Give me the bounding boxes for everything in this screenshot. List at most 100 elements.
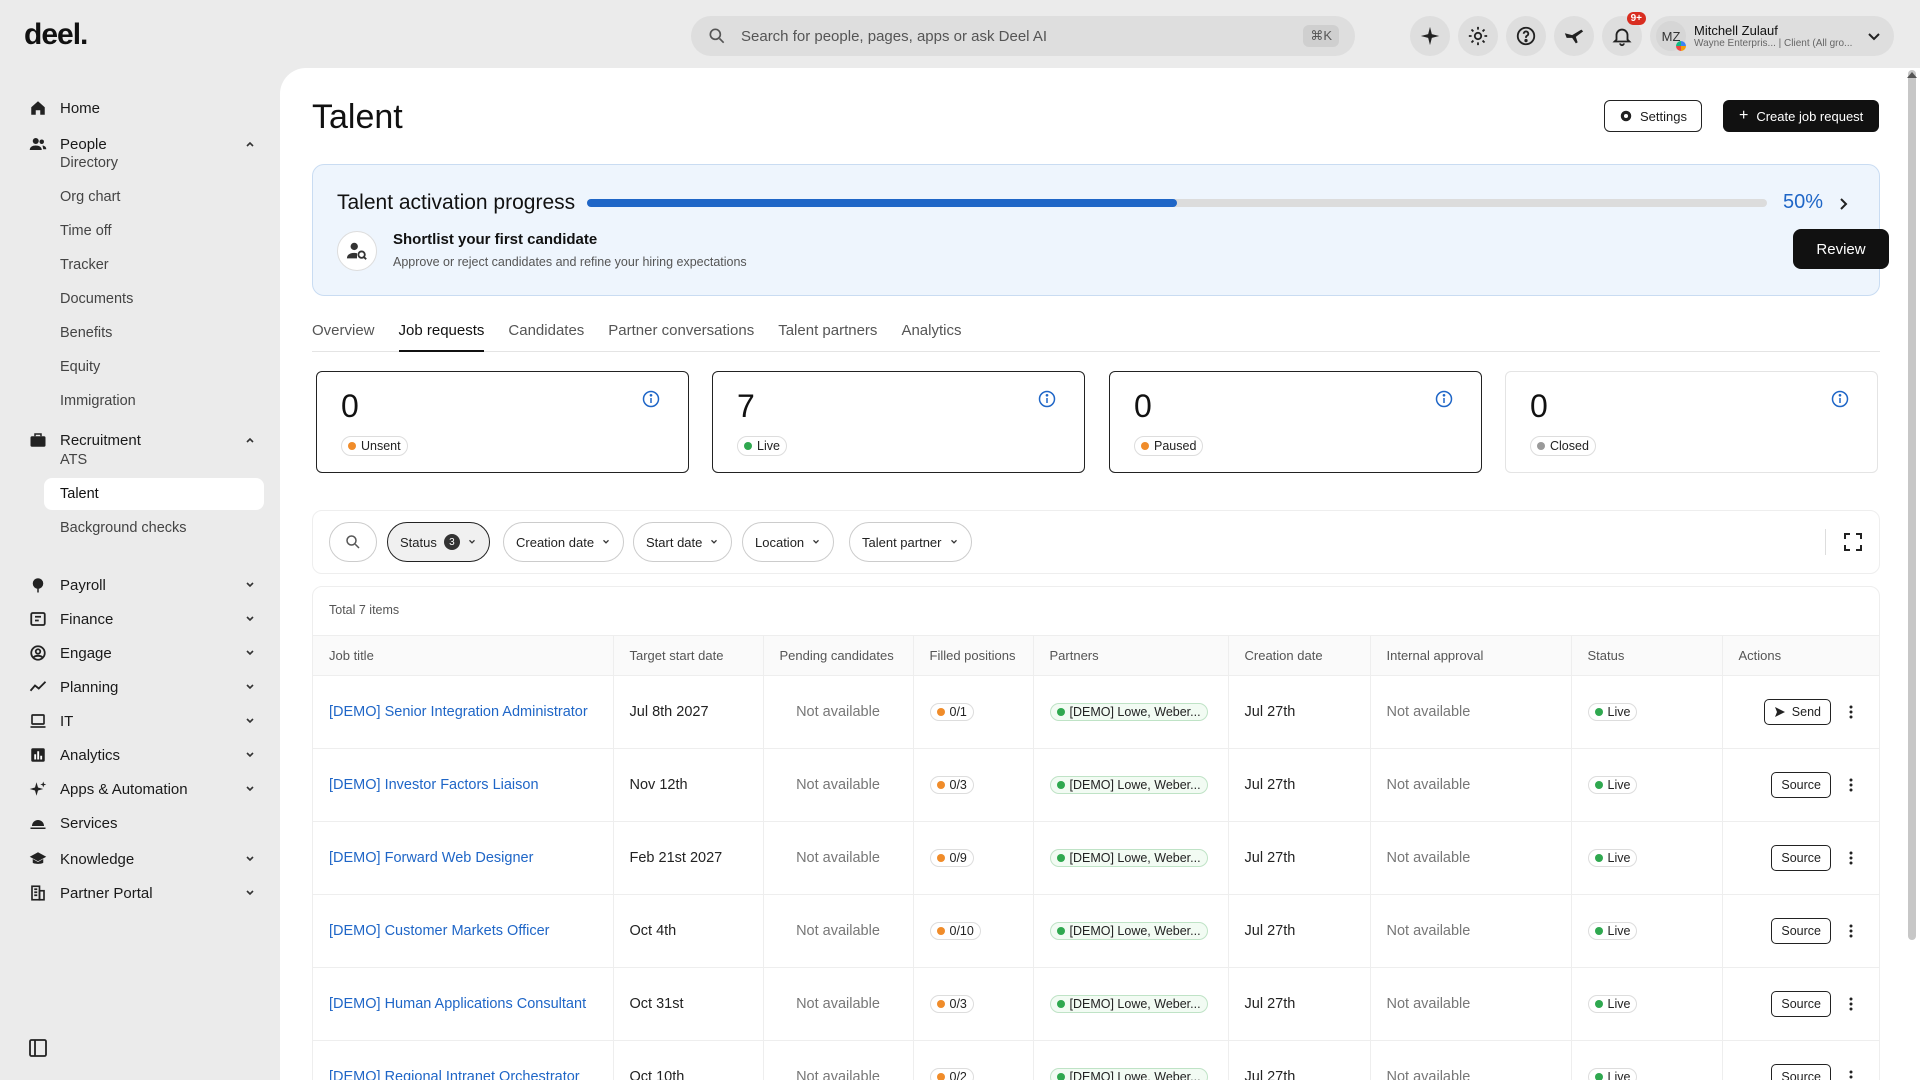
partner-badge[interactable]: [DEMO] Lowe, Weber... (1049, 849, 1208, 867)
sidebar-item-documents[interactable]: Documents (44, 283, 264, 315)
activation-step-description: Approve or reject candidates and refine … (393, 255, 747, 269)
settings-button[interactable]: Settings (1604, 100, 1702, 132)
stat-card-paused[interactable]: 0 Paused (1109, 371, 1482, 473)
search-input[interactable]: Search for people, pages, apps or ask De… (741, 28, 1303, 45)
user-menu[interactable]: MZ Mitchell Zulauf Wayne Enterpris... | … (1650, 16, 1894, 56)
partner-badge[interactable]: [DEMO] Lowe, Weber... (1049, 995, 1208, 1013)
job-title-link[interactable]: [DEMO] Investor Factors Liaison (313, 748, 614, 822)
stat-card-live[interactable]: 7 Live (712, 371, 1085, 473)
job-title-link[interactable]: [DEMO] Senior Integration Administrator (313, 675, 614, 749)
tab-candidates[interactable]: Candidates (508, 322, 584, 352)
deel-ai-button[interactable] (1410, 16, 1450, 56)
filter-talent-partner[interactable]: Talent partner (849, 522, 972, 562)
table-row[interactable]: [DEMO] Senior Integration Administrator J… (313, 675, 1879, 749)
sidebar-item-benefits[interactable]: Benefits (44, 317, 264, 349)
sidebar-item-talent[interactable]: Talent (44, 478, 264, 510)
row-action-button[interactable]: Source (1771, 1064, 1831, 1080)
info-icon[interactable] (1435, 390, 1453, 408)
tab-partner-conversations[interactable]: Partner conversations (608, 322, 754, 352)
row-action-button[interactable]: Send (1763, 699, 1831, 725)
row-action-button[interactable]: Source (1771, 845, 1831, 871)
info-icon[interactable] (1038, 390, 1056, 408)
tab-job-requests[interactable]: Job requests (398, 322, 485, 352)
tab-talent-partners[interactable]: Talent partners (778, 322, 877, 352)
tab-analytics[interactable]: Analytics (901, 322, 961, 352)
partner-badge[interactable]: [DEMO] Lowe, Weber... (1049, 776, 1208, 794)
table-row[interactable]: [DEMO] Human Applications Consultant Oct … (313, 967, 1879, 1041)
chevron-right-icon[interactable] (1835, 196, 1851, 212)
table-search-button[interactable] (329, 522, 377, 562)
filter-status[interactable]: Status 3 (387, 522, 490, 562)
sidebar-item-tracker[interactable]: Tracker (44, 249, 264, 281)
column-header[interactable]: Internal approval (1370, 635, 1572, 676)
job-title-link[interactable]: [DEMO] Human Applications Consultant (313, 967, 614, 1041)
sidebar-item-partner-portal[interactable]: Partner Portal (28, 876, 256, 910)
column-header[interactable]: Target start date (613, 635, 764, 676)
sidebar-item-knowledge[interactable]: Knowledge (28, 842, 256, 876)
review-button[interactable]: Review (1793, 229, 1889, 269)
sidebar-item-ats[interactable]: ATS (44, 444, 264, 476)
more-vertical-icon[interactable] (1843, 850, 1859, 866)
job-title-link[interactable]: [DEMO] Forward Web Designer (313, 821, 614, 895)
stat-card-unsent[interactable]: 0 Unsent (316, 371, 689, 473)
partner-badge[interactable]: [DEMO] Lowe, Weber... (1049, 922, 1208, 940)
more-vertical-icon[interactable] (1843, 704, 1859, 720)
scroll-up-arrow-icon[interactable] (1906, 70, 1918, 80)
chevron-down-icon (246, 650, 254, 656)
sidebar-item-engage[interactable]: Engage (28, 636, 256, 670)
sidebar-item-equity[interactable]: Equity (44, 351, 264, 383)
perks-button[interactable] (1554, 16, 1594, 56)
stat-card-closed[interactable]: 0 Closed (1505, 371, 1878, 473)
sidebar-item-time-off[interactable]: Time off (44, 215, 264, 247)
sidebar-item-directory[interactable]: Directory (44, 147, 264, 179)
sidebar-item-org-chart[interactable]: Org chart (44, 181, 264, 213)
sidebar-item-apps-automation[interactable]: Apps & Automation (28, 772, 256, 806)
more-vertical-icon[interactable] (1843, 777, 1859, 793)
row-action-button[interactable]: Source (1771, 991, 1831, 1017)
info-icon[interactable] (1831, 390, 1849, 408)
partner-badge[interactable]: [DEMO] Lowe, Weber... (1049, 703, 1208, 721)
global-search[interactable]: Search for people, pages, apps or ask De… (691, 16, 1355, 56)
sidebar-item-services[interactable]: Services (28, 806, 256, 840)
column-header[interactable]: Status (1571, 635, 1723, 676)
sidebar-item-analytics[interactable]: Analytics (28, 738, 256, 772)
sidebar-item-finance[interactable]: Finance (28, 602, 256, 636)
table-row[interactable]: [DEMO] Investor Factors Liaison Nov 12th N… (313, 748, 1879, 822)
sidebar-item-home[interactable]: Home (28, 91, 256, 125)
deel-logo[interactable]: deel. (24, 18, 88, 52)
table-row[interactable]: [DEMO] Forward Web Designer Feb 21st 2027… (313, 821, 1879, 895)
info-icon[interactable] (642, 390, 660, 408)
partner-badge[interactable]: [DEMO] Lowe, Weber... (1049, 1068, 1208, 1080)
filter-start-date[interactable]: Start date (633, 522, 733, 562)
create-job-request-button[interactable]: + Create job request (1723, 100, 1880, 132)
scrollbar[interactable] (1908, 70, 1916, 940)
more-vertical-icon[interactable] (1843, 1069, 1859, 1080)
help-button[interactable] (1506, 16, 1546, 56)
fullscreen-icon[interactable] (1843, 532, 1863, 552)
column-header[interactable]: Partners (1033, 635, 1229, 676)
sidebar-collapse-icon[interactable] (28, 1038, 48, 1058)
column-header[interactable]: Pending candidates (763, 635, 914, 676)
table-row[interactable]: [DEMO] Regional Intranet Orchestrator Oct… (313, 1040, 1879, 1080)
row-action-button[interactable]: Source (1771, 772, 1831, 798)
sidebar-item-planning[interactable]: Planning (28, 670, 256, 704)
filter-creation-date[interactable]: Creation date (503, 522, 625, 562)
job-title-link[interactable]: [DEMO] Customer Markets Officer (313, 894, 614, 968)
row-action-button[interactable]: Source (1771, 918, 1831, 944)
pending-candidates: Not available (763, 748, 914, 822)
filter-location[interactable]: Location (742, 522, 835, 562)
job-title-link[interactable]: [DEMO] Regional Intranet Orchestrator (313, 1040, 614, 1080)
column-header[interactable]: Job title (313, 635, 614, 676)
notifications-button[interactable]: 9+ (1602, 12, 1646, 56)
more-vertical-icon[interactable] (1843, 923, 1859, 939)
tab-overview[interactable]: Overview (312, 322, 375, 352)
column-header[interactable]: Filled positions (913, 635, 1034, 676)
more-vertical-icon[interactable] (1843, 996, 1859, 1012)
sidebar-item-payroll[interactable]: Payroll (28, 568, 256, 602)
sidebar-item-it[interactable]: IT (28, 704, 256, 738)
column-header[interactable]: Creation date (1228, 635, 1371, 676)
table-row[interactable]: [DEMO] Customer Markets Officer Oct 4th No… (313, 894, 1879, 968)
sidebar-item-immigration[interactable]: Immigration (44, 385, 264, 417)
settings-button[interactable] (1458, 16, 1498, 56)
sidebar-item-background-checks[interactable]: Background checks (44, 512, 264, 544)
